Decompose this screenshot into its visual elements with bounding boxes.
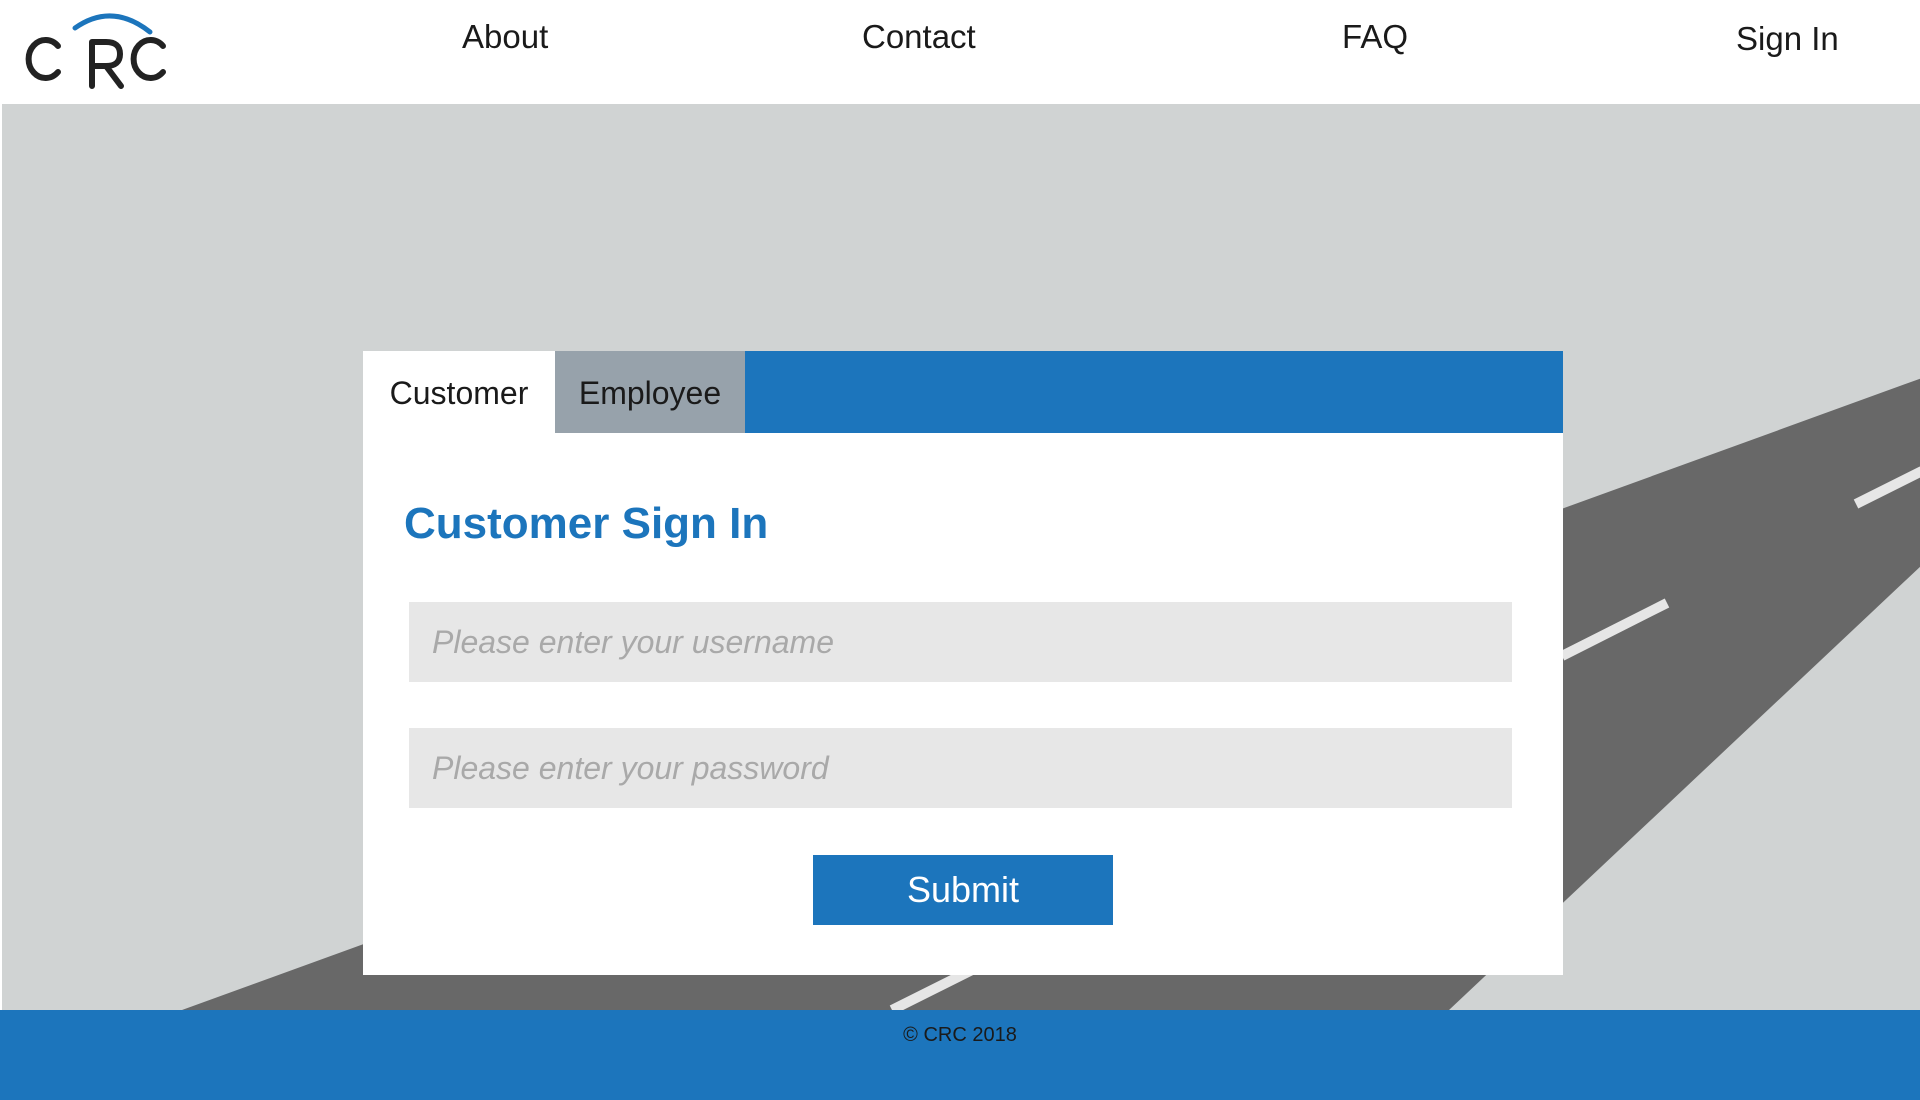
copyright-text: © CRC 2018 [903,1024,1017,1046]
signin-tab-bar: Customer Employee [363,351,1563,433]
nav-contact-link[interactable]: Contact [862,18,976,56]
submit-button[interactable]: Submit [813,855,1113,925]
nav-about-link[interactable]: About [462,18,548,56]
nav-faq-link[interactable]: FAQ [1342,18,1408,56]
site-footer: © CRC 2018 [0,1010,1920,1100]
tab-employee[interactable]: Employee [555,351,745,433]
hero-section: Customer Employee Customer Sign In Submi… [0,104,1920,1010]
tab-customer[interactable]: Customer [363,351,555,433]
crc-logo[interactable] [20,10,172,90]
username-input[interactable] [409,602,1512,682]
site-header: About Contact FAQ Sign In [0,0,1920,104]
password-input[interactable] [409,728,1512,808]
signin-card: Customer Employee Customer Sign In Submi… [363,351,1563,975]
nav-sign-in-link[interactable]: Sign In [1736,20,1839,58]
signin-title: Customer Sign In [404,499,769,548]
